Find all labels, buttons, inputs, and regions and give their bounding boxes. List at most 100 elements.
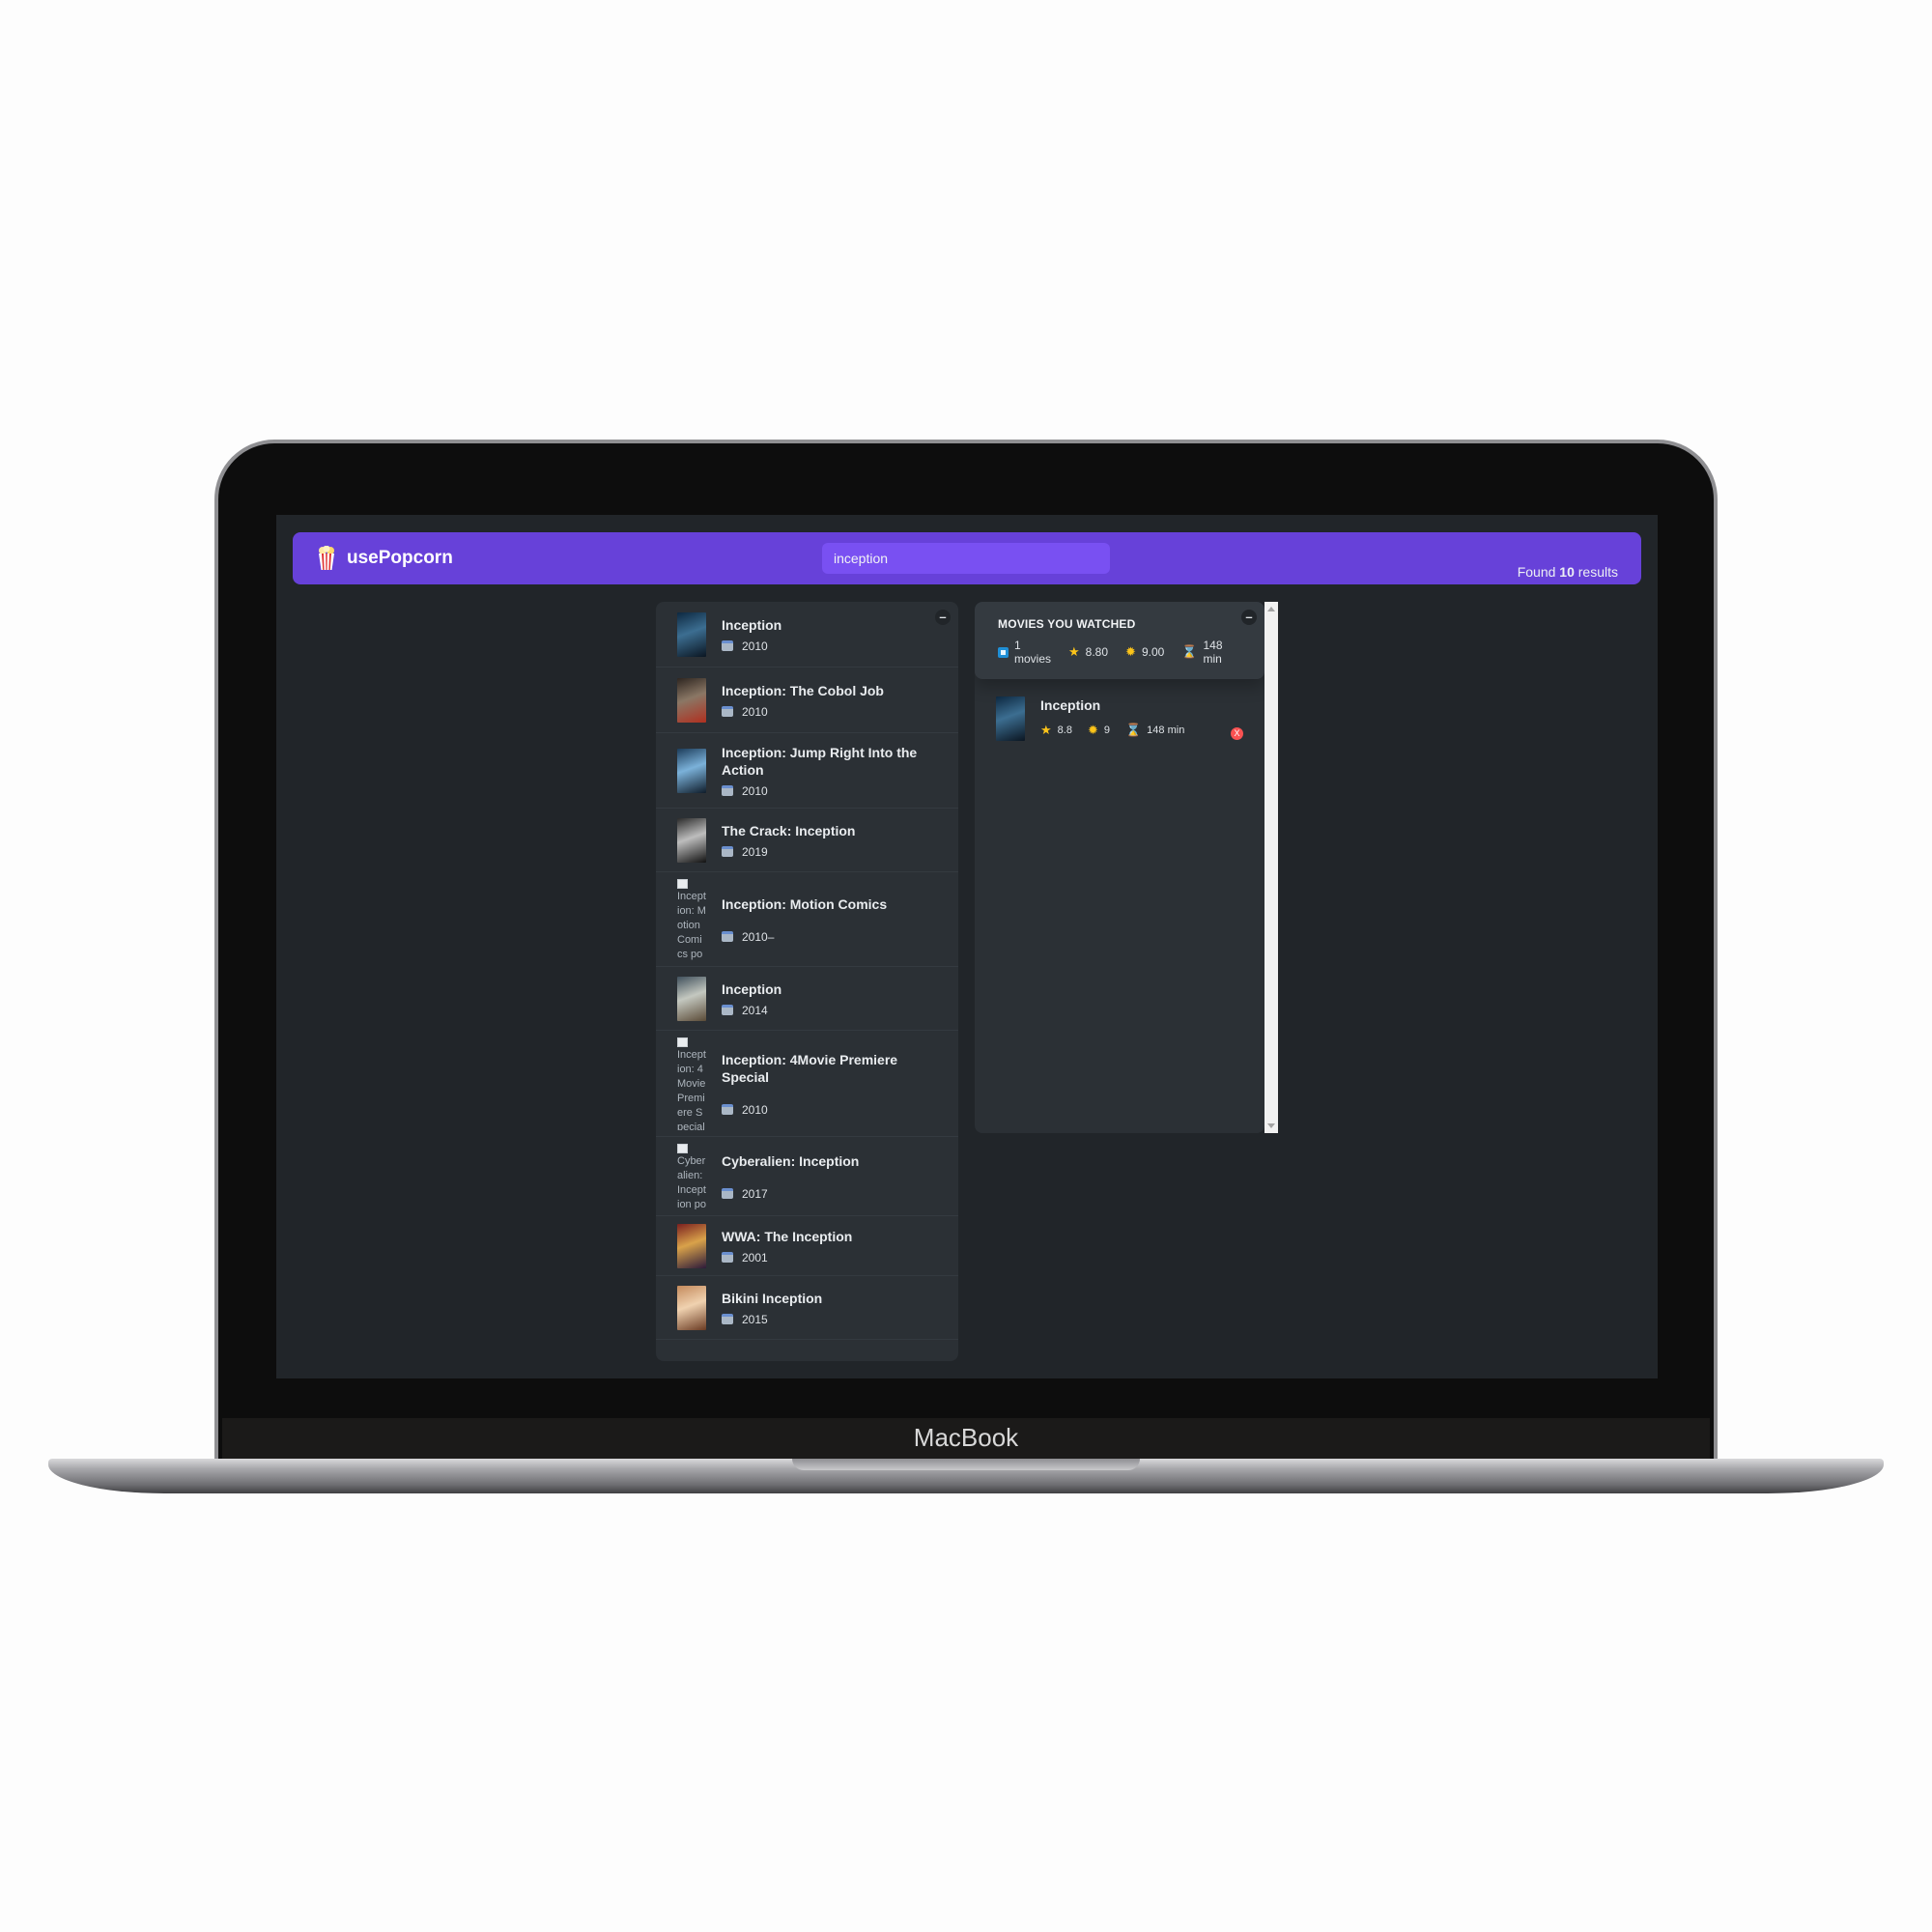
results-prefix: Found: [1517, 564, 1560, 580]
calendar-icon: [722, 1314, 733, 1324]
calendar-icon: [722, 846, 733, 857]
movie-title: Bikini Inception: [722, 1290, 823, 1306]
logo-text: usePopcorn: [347, 548, 453, 568]
movie-info: Inception 2010: [722, 616, 781, 653]
movie-poster: [677, 817, 706, 863]
num-movies-value: 1: [1014, 639, 1021, 652]
watched-scrollbar[interactable]: [1264, 602, 1278, 1133]
runtime-value: 148 min: [1147, 724, 1185, 736]
watched-movie-info: Inception ★ 8.8 ✹ 9 ⌛ 148 min X: [1040, 697, 1243, 740]
movie-list-item[interactable]: Inception: The Cobol Job 2010: [656, 668, 958, 733]
movie-title: Cyberalien: Inception: [722, 1152, 860, 1169]
avg-runtime-value: 148: [1203, 639, 1223, 652]
movie-year: 2017: [722, 1187, 859, 1201]
watched-movie-item[interactable]: Inception ★ 8.8 ✹ 9 ⌛ 148 min X: [975, 679, 1264, 741]
movie-year-value: 2017: [742, 1186, 768, 1201]
broken-poster-image: Cyberalien: Inception poster: [677, 1143, 706, 1209]
broken-poster-image: Inception: Motion Comics poster: [677, 878, 706, 960]
results-number: 10: [1559, 564, 1575, 580]
results-count: Found 10 results: [1518, 546, 1618, 598]
movie-list-item[interactable]: The Crack: Inception 2019: [656, 809, 958, 872]
sun-icon: ✹: [1087, 722, 1098, 737]
movie-year: 2010: [722, 1103, 937, 1117]
movie-list-item[interactable]: WWA: The Inception 2001: [656, 1216, 958, 1276]
movie-year-value: 2010: [742, 639, 768, 653]
movie-year-value: 2015: [742, 1312, 768, 1326]
calendar-icon: [722, 931, 733, 942]
poster-alt-text: Cyberalien: Inception poster: [677, 1154, 706, 1209]
movie-title: WWA: The Inception: [722, 1228, 853, 1244]
watched-box: – MOVIES YOU WATCHED 1 movies ★ 8.80 ✹ 9.…: [975, 602, 1264, 1133]
movie-year: 2001: [722, 1251, 852, 1264]
summary-title: MOVIES YOU WATCHED: [998, 617, 1136, 631]
calendar-icon: [722, 640, 733, 651]
search-results-box: – Inception 2010 Inception: The Cobol Job 2…: [656, 602, 958, 1361]
movie-poster: [677, 1223, 706, 1268]
movie-year: 2010: [722, 705, 884, 719]
movie-title: Inception: The Cobol Job: [722, 682, 884, 698]
device-brand-label: MacBook: [913, 1423, 1019, 1452]
popcorn-icon: [319, 546, 334, 570]
scroll-down-arrow[interactable]: [1267, 1123, 1275, 1128]
movie-list-item[interactable]: Inception 2010: [656, 602, 958, 668]
movie-poster: [677, 611, 706, 657]
star-icon: ★: [1068, 644, 1080, 659]
avg-user-value: 9.00: [1141, 645, 1165, 659]
collapse-list-button[interactable]: –: [935, 610, 951, 625]
watched-list: Inception ★ 8.8 ✹ 9 ⌛ 148 min X: [975, 679, 1264, 741]
movie-year: 2015: [722, 1313, 822, 1326]
movie-poster: [677, 976, 706, 1021]
watched-movie-title: Inception: [1040, 697, 1101, 713]
summary-stats: 1 movies ★ 8.80 ✹ 9.00 ⌛ 148 min: [998, 639, 1241, 666]
movie-list-item[interactable]: Bikini Inception 2015: [656, 1276, 958, 1340]
scroll-up-arrow[interactable]: [1267, 607, 1275, 611]
movie-year-value: 2001: [742, 1250, 768, 1264]
movie-year: 2010–: [722, 930, 887, 944]
star-icon: ★: [1040, 722, 1052, 737]
runtime-unit: min: [1203, 652, 1222, 666]
movie-list-item[interactable]: Inception: 4Movie Premiere Special poste…: [656, 1031, 958, 1137]
poster-alt-text: Inception: 4Movie Premiere Special poste…: [677, 1048, 706, 1130]
movie-year-value: 2010–: [742, 929, 775, 944]
watched-summary: MOVIES YOU WATCHED 1 movies ★ 8.80 ✹ 9.00…: [975, 602, 1264, 679]
movie-info: Inception: The Cobol Job 2010: [722, 682, 884, 719]
stat-avg-imdb: ★ 8.80: [1068, 644, 1109, 660]
movie-year-value: 2010: [742, 783, 768, 798]
movie-title: Inception: [722, 980, 782, 997]
movie-list-item[interactable]: Inception: Jump Right Into the Action 201…: [656, 733, 958, 809]
delete-watched-button[interactable]: X: [1231, 727, 1243, 740]
movie-year: 2010: [722, 639, 781, 653]
movie-info: WWA: The Inception 2001: [722, 1228, 852, 1264]
search-input[interactable]: [822, 543, 1110, 574]
avg-runtime-text: 148 min: [1203, 639, 1222, 666]
movie-list-item[interactable]: Inception: Motion Comics poster Inception…: [656, 872, 958, 967]
movie-info: Inception 2014: [722, 980, 781, 1017]
movie-title: Inception: Motion Comics: [722, 895, 888, 912]
movie-info: Inception: Jump Right Into the Action 201…: [722, 744, 937, 798]
movie-title: Inception: 4Movie Premiere Special: [722, 1051, 898, 1085]
sun-icon: ✹: [1125, 644, 1136, 659]
collapse-watched-button[interactable]: –: [1241, 610, 1257, 625]
movie-year: 2019: [722, 845, 855, 859]
movie-year-value: 2019: [742, 844, 768, 859]
calendar-icon: [722, 785, 733, 796]
hash-icon: [998, 646, 1009, 658]
imdb-rating-value: 8.8: [1057, 724, 1072, 736]
calendar-icon: [722, 1188, 733, 1199]
avg-imdb-value: 8.80: [1085, 645, 1109, 659]
movie-title: Inception: Jump Right Into the Action: [722, 744, 918, 778]
results-suffix: results: [1574, 564, 1618, 580]
broken-poster-image: Inception: 4Movie Premiere Special poste…: [677, 1037, 706, 1130]
movie-list-item[interactable]: Inception 2014: [656, 967, 958, 1031]
broken-image-icon: [677, 1143, 688, 1153]
movie-poster: [996, 696, 1025, 741]
user-rating-value: 9: [1103, 724, 1110, 736]
calendar-icon: [722, 706, 733, 717]
watched-movie-stats: ★ 8.8 ✹ 9 ⌛ 148 min X: [1040, 720, 1243, 740]
logo: usePopcorn: [316, 546, 857, 571]
movie-year: 2010: [722, 784, 937, 798]
poster-alt-text: Inception: Motion Comics poster: [677, 890, 706, 960]
movie-list: Inception 2010 Inception: The Cobol Job 201…: [656, 602, 958, 1340]
movie-info: Cyberalien: Inception 2017: [722, 1152, 859, 1201]
movie-list-item[interactable]: Cyberalien: Inception poster Cyberalien: …: [656, 1137, 958, 1216]
